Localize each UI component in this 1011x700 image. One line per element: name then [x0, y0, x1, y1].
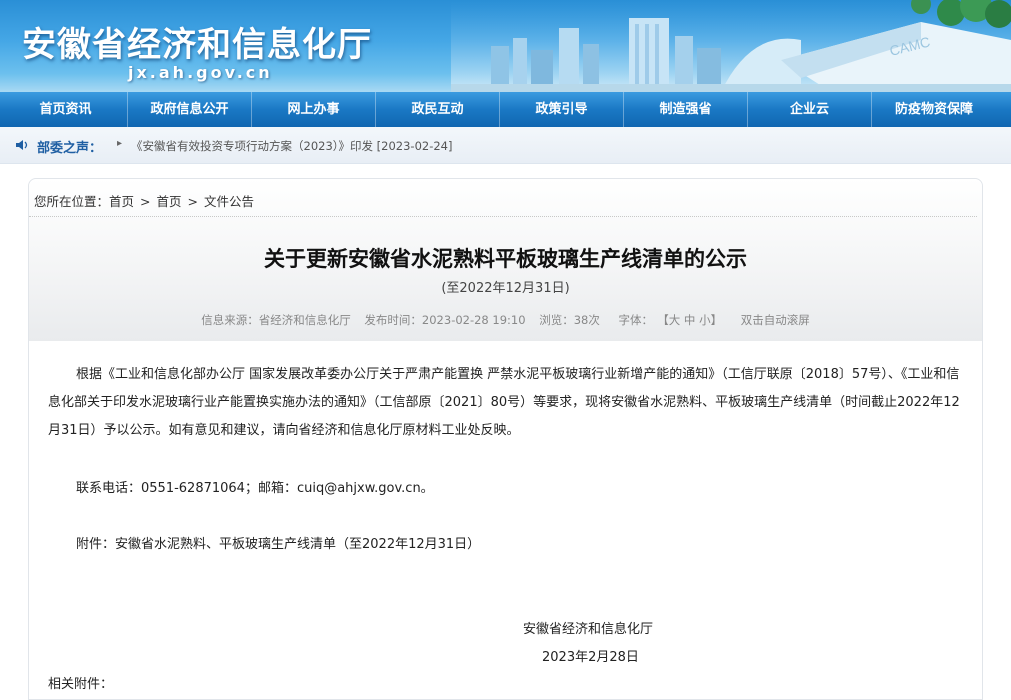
city-skyline-illustration: CAMC	[451, 0, 1011, 92]
breadcrumb: 您所在位置：首页 > 首页 > 文件公告	[34, 191, 254, 210]
site-title: 安徽省经济和信息化厅	[22, 25, 372, 65]
nav-item-manufacturing[interactable]: 制造强省	[624, 92, 748, 127]
nav-item-epidemic-supplies[interactable]: 防疫物资保障	[872, 92, 996, 127]
article-subtitle: (至2022年12月31日)	[441, 281, 570, 296]
breadcrumb-prefix: 您所在位置：	[34, 194, 110, 209]
nav-item-enterprise-cloud[interactable]: 企业云	[748, 92, 872, 127]
related-attachments-label: 相关附件：	[48, 677, 114, 692]
meta-font-size-label: 字体：	[618, 313, 654, 327]
breadcrumb-divider	[29, 216, 977, 217]
nav-item-online-services[interactable]: 网上办事	[252, 92, 376, 127]
breadcrumb-separator: >	[140, 194, 151, 209]
breadcrumb-home-1[interactable]: 首页	[109, 194, 134, 209]
meta-source: 信息来源：省经济和信息化厅	[201, 313, 351, 327]
meta-font-size: 字体： 【大 中 小】	[614, 313, 728, 327]
nav-item-interaction[interactable]: 政民互动	[376, 92, 500, 127]
article-body: 根据《工业和信息化部办公厅 国家发展改革委办公厅关于严肃产能置换 严禁水泥平板玻…	[48, 361, 968, 445]
article-attachment-line: 附件：安徽省水泥熟料、平板玻璃生产线清单（至2022年12月31日）	[76, 537, 481, 552]
font-size-options[interactable]: 【大 中 小】	[663, 313, 722, 327]
meta-views: 浏览：38次	[539, 313, 600, 327]
speaker-icon	[16, 140, 28, 150]
article-title: 关于更新安徽省水泥熟料平板玻璃生产线清单的公示	[264, 247, 747, 271]
breadcrumb-home-2[interactable]: 首页	[157, 194, 182, 209]
article-contact: 联系电话：0551-62871064；邮箱：cuiq@ahjxw.gov.cn。	[76, 481, 434, 496]
notice-bar: 部委之声： ▸ 《安徽省有效投资专项行动方案（2023）》印发 [2023-02…	[0, 127, 1011, 164]
auto-scroll-toggle[interactable]: 双击自动滚屏	[741, 313, 810, 327]
site-domain: jx.ah.gov.cn	[128, 63, 273, 82]
breadcrumb-separator: >	[187, 194, 199, 209]
signature-organization: 安徽省经济和信息化厅	[523, 622, 654, 637]
article-header: 您所在位置：首页 > 首页 > 文件公告 关于更新安徽省水泥熟料平板玻璃生产线清单的公示…	[29, 179, 982, 341]
nav-item-policy[interactable]: 政策引导	[500, 92, 624, 127]
nav-item-home[interactable]: 首页资讯	[4, 92, 128, 127]
notice-label: 部委之声：	[37, 141, 103, 156]
article-paragraph: 根据《工业和信息化部办公厅 国家发展改革委办公厅关于严肃产能置换 严禁水泥平板玻…	[48, 367, 960, 438]
nav-item-gov-info[interactable]: 政府信息公开	[128, 92, 252, 127]
breadcrumb-file-notice[interactable]: 文件公告	[204, 194, 254, 209]
notice-link[interactable]: 《安徽省有效投资专项行动方案（2023）》印发 [2023-02-24]	[131, 138, 452, 154]
article-meta: 信息来源：省经济和信息化厅 发布时间：2023-02-28 19:10 浏览：3…	[29, 312, 982, 328]
notice-arrow-icon: ▸	[117, 138, 123, 149]
main-nav: 首页资讯 政府信息公开 网上办事 政民互动 政策引导 制造强省 企业云 防疫物资…	[0, 92, 1011, 127]
signature-date: 2023年2月28日	[542, 650, 639, 665]
site-banner: CAMC 安徽省经济和信息化厅 jx.ah.gov.cn	[0, 0, 1011, 92]
meta-published: 发布时间：2023-02-28 19:10	[364, 313, 526, 327]
